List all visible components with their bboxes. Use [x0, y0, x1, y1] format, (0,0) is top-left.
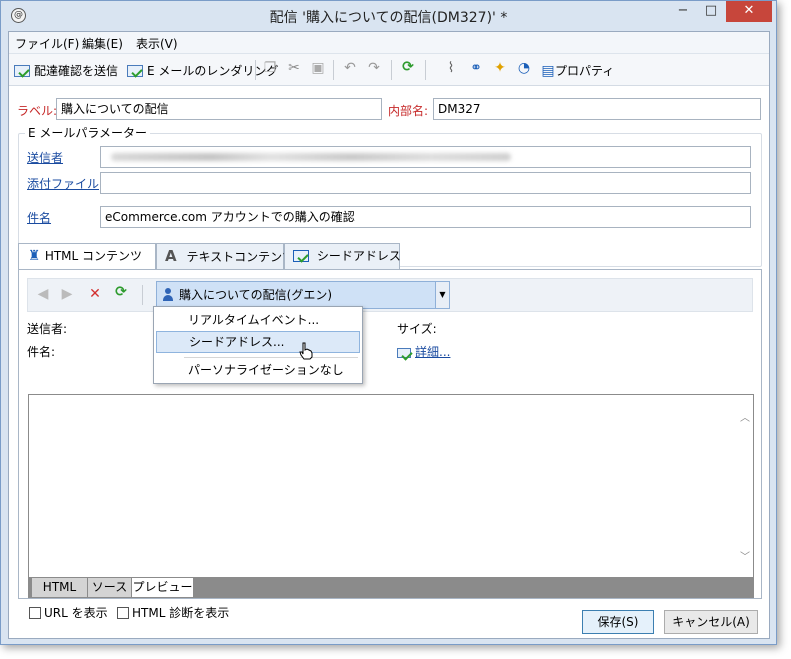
preview-sender-label: 送信者: [27, 322, 68, 336]
sender-link[interactable]: 送信者 [27, 149, 63, 166]
tab-text-content-label: テキストコンテンツ [186, 250, 295, 264]
arrow-left-icon[interactable]: ◀ [34, 286, 52, 302]
gift-icon[interactable]: ✦ [491, 60, 509, 76]
tab-html[interactable]: HTML [32, 578, 88, 597]
dropdown-separator [184, 357, 358, 358]
show-url-label: URL を表示 [44, 606, 108, 620]
tab-preview[interactable]: プレビュー [132, 578, 194, 597]
dropdown-item-realtime-event[interactable]: リアルタイムイベント... [156, 310, 360, 332]
chevron-down-icon[interactable]: ▼ [436, 281, 450, 309]
text-content-icon: A [165, 247, 177, 265]
save-button[interactable]: 保存(S) [582, 610, 654, 634]
person-icon [163, 288, 173, 302]
undo-icon[interactable]: ↶ [341, 60, 359, 76]
menu-file[interactable]: ファイル(F) [15, 35, 79, 52]
title-bar: @ 配信 '購入についての配信(DM327)' * − □ ✕ [1, 1, 776, 31]
scroll-up-icon[interactable]: ︿ [739, 409, 751, 424]
show-html-diagnosis-checkbox[interactable]: HTML 診断を表示 [117, 604, 229, 621]
link-icon[interactable]: ⚭ [467, 60, 485, 76]
personalization-selected: 購入についての配信(グエン) [179, 288, 333, 302]
subject-link[interactable]: 件名 [27, 209, 51, 226]
editor-mode-tabs: HTML ソース プレビュー [28, 578, 754, 598]
internal-name-input[interactable]: DM327 [433, 98, 761, 120]
preview-area[interactable]: ︿ ﹀ [28, 394, 754, 578]
toolbar-separator [425, 60, 426, 80]
window-client-area: ファイル(F) 編集(E) 表示(V) 配達確認を送信 E メールのレンダリング… [8, 31, 770, 639]
seed-mail-icon [293, 250, 309, 262]
cut-icon[interactable]: ✂ [285, 60, 303, 76]
label-caption: ラベル: [17, 104, 58, 118]
preview-subject-label: 件名: [27, 345, 56, 359]
arrow-right-icon[interactable]: ▶ [58, 286, 76, 302]
toolbar-separator [391, 60, 392, 80]
attachments-input[interactable] [100, 172, 751, 194]
tab-html-content-label: HTML コンテンツ [44, 249, 143, 263]
close-button[interactable]: ✕ [726, 1, 772, 22]
personalization-dropdown: リアルタイムイベント... シードアドレス... パーソナライゼーションなし [153, 306, 363, 384]
attachment-icon[interactable]: ⌇ [442, 60, 460, 76]
preview-size-label: サイズ: [397, 322, 437, 336]
tab-html-content[interactable]: ♜ HTML コンテンツ [18, 243, 156, 270]
email-parameters-title: E メールパラメーター [25, 124, 151, 141]
tab-seed-addresses[interactable]: シードアドレス [284, 243, 401, 269]
mail-rendering-icon [127, 65, 143, 77]
copy-icon[interactable]: ❐ [261, 60, 279, 76]
show-html-diagnosis-label: HTML 診断を表示 [132, 606, 230, 620]
details-mail-icon [397, 348, 411, 358]
menu-edit[interactable]: 編集(E) [82, 35, 123, 52]
internal-name-caption: 内部名: [388, 104, 429, 118]
delete-icon[interactable]: ✕ [86, 286, 104, 302]
label-input[interactable]: 購入についての配信 [56, 98, 382, 120]
send-proof-button[interactable]: 配達確認を送信 [14, 62, 118, 79]
personalization-combo[interactable]: 購入についての配信(グエン) [156, 281, 436, 309]
mail-check-icon [14, 65, 30, 77]
html-content-icon: ♜ [27, 248, 41, 264]
show-url-checkbox[interactable]: URL を表示 [29, 604, 108, 621]
toolbar-separator [255, 60, 256, 80]
subject-input[interactable]: eCommerce.com アカウントでの購入の確認 [100, 206, 751, 228]
blurred-sender-address [111, 153, 511, 161]
tab-text-content[interactable]: A テキストコンテンツ [156, 243, 294, 269]
details-link[interactable]: 詳細... [415, 345, 450, 359]
sender-input[interactable] [100, 146, 751, 168]
tracking-icon[interactable]: ◔ [515, 60, 533, 76]
redo-icon[interactable]: ↷ [365, 60, 383, 76]
hand-cursor-icon [299, 342, 313, 360]
clipboard-icon: ▤ [541, 63, 555, 79]
refresh-icon[interactable]: ⟳ [399, 59, 417, 75]
delivery-window: @ 配信 '購入についての配信(DM327)' * − □ ✕ ファイル(F) … [0, 0, 777, 645]
paste-icon[interactable]: ▣ [309, 60, 327, 76]
toolbar-separator [333, 60, 334, 80]
email-rendering-label: E メールのレンダリング [147, 64, 279, 78]
maximize-button[interactable]: □ [698, 1, 724, 22]
checkbox-box [29, 607, 41, 619]
attachments-link[interactable]: 添付ファイル [27, 175, 99, 192]
menu-view[interactable]: 表示(V) [136, 35, 178, 52]
html-content-panel: ◀ ▶ ✕ ⟳ 購入についての配信(グエン) ▼ 送信者: 件名: サイズ: 詳… [18, 269, 762, 620]
tab-source[interactable]: ソース [88, 578, 132, 597]
window-title: 配信 '購入についての配信(DM327)' * [269, 10, 508, 26]
toolbar-separator [142, 285, 143, 305]
properties-label: プロパティ [555, 64, 615, 78]
properties-button[interactable]: ▤プロパティ [541, 62, 614, 79]
details-link-wrap[interactable]: 詳細... [397, 343, 450, 360]
toolbar: 配達確認を送信 E メールのレンダリング ❐ ✂ ▣ ↶ ↷ ⟳ ⌇ ⚭ ✦ ◔… [9, 54, 769, 86]
scroll-down-icon[interactable]: ﹀ [739, 548, 751, 563]
checkbox-box [117, 607, 129, 619]
tab-seed-addresses-label: シードアドレス [316, 249, 401, 263]
dropdown-item-no-personalization[interactable]: パーソナライゼーションなし [156, 360, 360, 382]
minimize-button[interactable]: − [670, 1, 696, 22]
cancel-button[interactable]: キャンセル(A) [664, 610, 758, 634]
refresh-preview-icon[interactable]: ⟳ [112, 284, 130, 300]
preview-toolbar: ◀ ▶ ✕ ⟳ 購入についての配信(グエン) ▼ [27, 278, 753, 312]
send-proof-label: 配達確認を送信 [34, 64, 119, 78]
dropdown-item-seed-addresses[interactable]: シードアドレス... [156, 331, 360, 353]
menu-bar: ファイル(F) 編集(E) 表示(V) [9, 32, 769, 54]
